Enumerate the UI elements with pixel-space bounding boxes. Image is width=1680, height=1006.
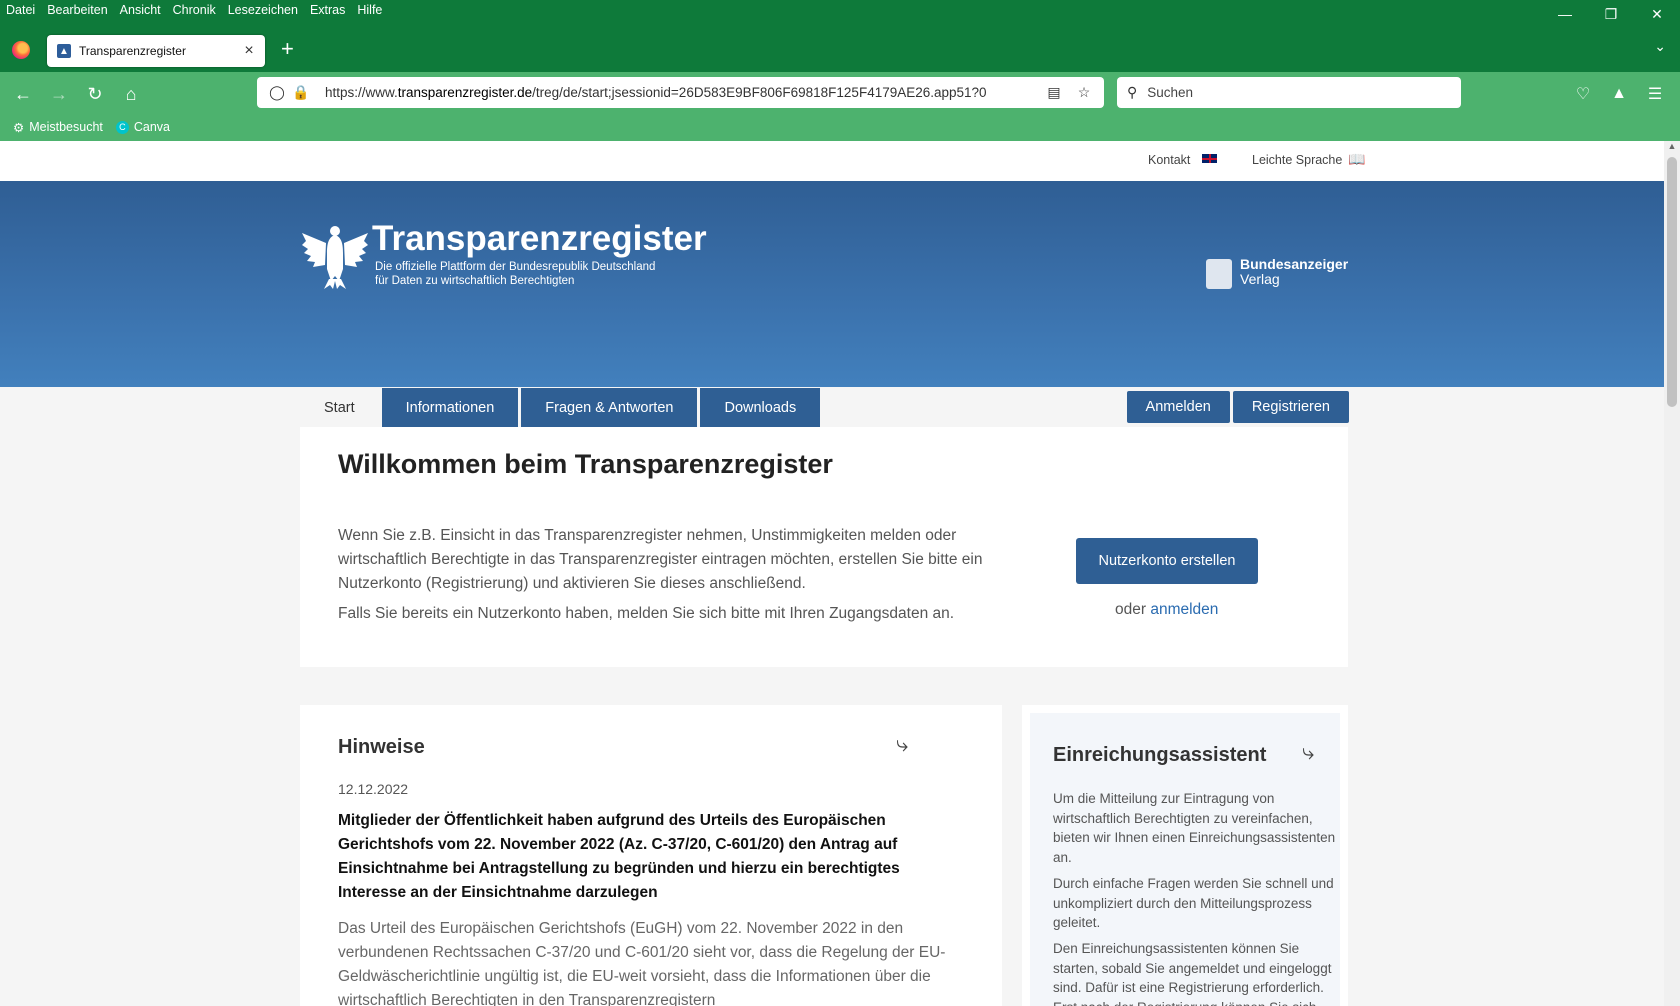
tab-fragen-antworten[interactable]: Fragen & Antworten bbox=[521, 388, 698, 427]
create-account-button[interactable]: Nutzerkonto erstellen bbox=[1076, 538, 1258, 584]
bookmark-star-icon[interactable]: ☆ bbox=[1074, 84, 1094, 101]
tab-list-chevron-icon[interactable]: ⌄ bbox=[1654, 38, 1666, 55]
menu-ansicht[interactable]: Ansicht bbox=[120, 2, 161, 18]
new-tab-icon[interactable]: + bbox=[281, 38, 294, 60]
page-title: Willkommen beim Transparenzregister bbox=[338, 449, 833, 479]
kontakt-link[interactable]: Kontakt bbox=[1148, 153, 1190, 167]
bookmark-meistbesucht[interactable]: ⚙ Meistbesucht bbox=[13, 120, 103, 135]
notice-body: Das Urteil des Europäischen Gerichtshofs… bbox=[338, 920, 946, 1006]
easy-language-book-icon[interactable]: 📖 bbox=[1348, 151, 1365, 168]
menu-hilfe[interactable]: Hilfe bbox=[357, 2, 382, 18]
english-flag-icon[interactable] bbox=[1201, 153, 1218, 164]
assistant-heading: Einreichungsassistent bbox=[1053, 744, 1267, 766]
bookmark-canva[interactable]: C Canva bbox=[115, 120, 171, 134]
menu-lesezeichen[interactable]: Lesezeichen bbox=[228, 2, 298, 18]
tab-start[interactable]: Start bbox=[300, 388, 379, 427]
pocket-icon[interactable]: ♡ bbox=[1571, 82, 1595, 106]
back-icon[interactable]: ← bbox=[11, 82, 35, 106]
page-scrollbar[interactable]: ▲ bbox=[1664, 141, 1680, 1006]
assistant-text-3: Den Einreichungsassistenten können Sie s… bbox=[1053, 941, 1332, 1006]
browser-tab[interactable]: ▲ Transparenzregister × bbox=[47, 35, 265, 67]
or-label: oder bbox=[1115, 601, 1147, 618]
forward-icon[interactable]: → bbox=[47, 82, 71, 106]
lightning-icon: ⤷ bbox=[896, 731, 909, 756]
assistant-panel: Einreichungsassistent ⤷ Um die Mitteilun… bbox=[1030, 713, 1340, 1006]
submission-assistant-card: Einreichungsassistent ⤷ Um die Mitteilun… bbox=[1022, 705, 1348, 1006]
minimize-icon[interactable]: — bbox=[1542, 0, 1588, 28]
auth-buttons: Anmelden Registrieren bbox=[1126, 391, 1349, 423]
notice-date: 12.12.2022 bbox=[338, 781, 409, 797]
lightning-icon: ⤷ bbox=[1302, 739, 1315, 764]
search-bar[interactable]: ⚲ Suchen bbox=[1117, 77, 1461, 108]
search-placeholder: Suchen bbox=[1147, 85, 1194, 100]
tab-downloads[interactable]: Downloads bbox=[700, 388, 821, 427]
page-viewport: Kontakt Leichte Sprache 📖 Transparenzreg… bbox=[0, 141, 1664, 1006]
site-subtitle: Die offizielle Plattform der Bundesrepub… bbox=[375, 261, 656, 287]
bookmark-label: Meistbesucht bbox=[29, 120, 103, 134]
extensions-icon[interactable]: ▲ bbox=[1607, 82, 1631, 106]
menu-datei[interactable]: Datei bbox=[6, 2, 35, 18]
firefox-logo-icon[interactable] bbox=[12, 41, 30, 59]
browser-titlebar: Datei Bearbeiten Ansicht Chronik Lesezei… bbox=[0, 0, 1680, 72]
lock-icon[interactable]: 🔒 bbox=[291, 84, 311, 101]
register-button[interactable]: Registrieren bbox=[1232, 391, 1349, 423]
welcome-text: Wenn Sie z.B. Einsicht in das Transparen… bbox=[338, 527, 983, 592]
service-bar: Kontakt Leichte Sprache 📖 bbox=[0, 141, 1664, 181]
leichte-sprache-link[interactable]: Leichte Sprache bbox=[1252, 153, 1342, 167]
welcome-login-hint: Falls Sie bereits ein Nutzerkonto haben,… bbox=[338, 605, 955, 622]
site-title[interactable]: Transparenzregister bbox=[372, 219, 707, 259]
notices-heading: Hinweise bbox=[338, 736, 425, 758]
login-button[interactable]: Anmelden bbox=[1126, 391, 1230, 423]
menu-chronik[interactable]: Chronik bbox=[173, 2, 216, 18]
or-login-line: oder anmelden bbox=[1115, 601, 1218, 619]
scrollbar-thumb[interactable] bbox=[1667, 157, 1677, 407]
close-window-icon[interactable]: ✕ bbox=[1634, 0, 1680, 28]
reload-icon[interactable]: ↻ bbox=[83, 82, 107, 106]
federal-eagle-icon bbox=[302, 226, 368, 289]
restore-icon[interactable]: ❐ bbox=[1588, 0, 1634, 28]
search-icon: ⚲ bbox=[1127, 84, 1138, 100]
menu-bar: Datei Bearbeiten Ansicht Chronik Lesezei… bbox=[6, 2, 394, 18]
tab-close-icon[interactable]: × bbox=[239, 42, 259, 60]
publisher-name[interactable]: Bundesanzeiger Verlag bbox=[1240, 257, 1348, 287]
shield-icon[interactable]: ◯ bbox=[267, 84, 287, 101]
scroll-up-icon[interactable]: ▲ bbox=[1664, 141, 1680, 155]
home-icon[interactable]: ⌂ bbox=[119, 82, 143, 106]
login-link[interactable]: anmelden bbox=[1150, 601, 1218, 618]
window-controls: — ❐ ✕ bbox=[1542, 0, 1680, 28]
tab-informationen[interactable]: Informationen bbox=[381, 388, 519, 427]
welcome-card: Willkommen beim Transparenzregister Wenn… bbox=[300, 427, 1348, 667]
site-header: Transparenzregister Die offizielle Platt… bbox=[0, 181, 1664, 427]
assistant-text-1: Um die Mitteilung zur Eintragung von wir… bbox=[1053, 791, 1336, 865]
notices-card: Hinweise ⤷ 12.12.2022 Mitglieder der Öff… bbox=[300, 705, 1002, 1006]
bookmark-label: Canva bbox=[133, 120, 171, 134]
url-bar[interactable]: ◯ 🔒 https://www.transparenzregister.de/t… bbox=[257, 77, 1104, 108]
url-text[interactable]: https://www.transparenzregister.de/treg/… bbox=[325, 85, 1034, 100]
menu-extras[interactable]: Extras bbox=[310, 2, 345, 18]
site-favicon-icon: ▲ bbox=[57, 44, 71, 58]
gear-icon: ⚙ bbox=[13, 120, 25, 135]
hamburger-menu-icon[interactable]: ☰ bbox=[1643, 82, 1667, 106]
reader-view-icon[interactable]: ▤ bbox=[1044, 84, 1064, 101]
main-nav: Start Informationen Fragen & Antworten D… bbox=[300, 388, 821, 427]
assistant-text-2: Durch einfache Fragen werden Sie schnell… bbox=[1053, 876, 1334, 930]
bundesanzeiger-logo-icon[interactable] bbox=[1206, 259, 1232, 289]
tab-title: Transparenzregister bbox=[79, 44, 186, 58]
bookmarks-toolbar: ⚙ Meistbesucht C Canva bbox=[0, 116, 170, 138]
canva-icon: C bbox=[115, 120, 129, 134]
tab-strip: ▲ Transparenzregister × + ⌄ bbox=[0, 32, 1680, 68]
notice-headline[interactable]: Mitglieder der Öffentlichkeit haben aufg… bbox=[338, 809, 963, 905]
menu-bearbeiten[interactable]: Bearbeiten bbox=[47, 2, 107, 18]
